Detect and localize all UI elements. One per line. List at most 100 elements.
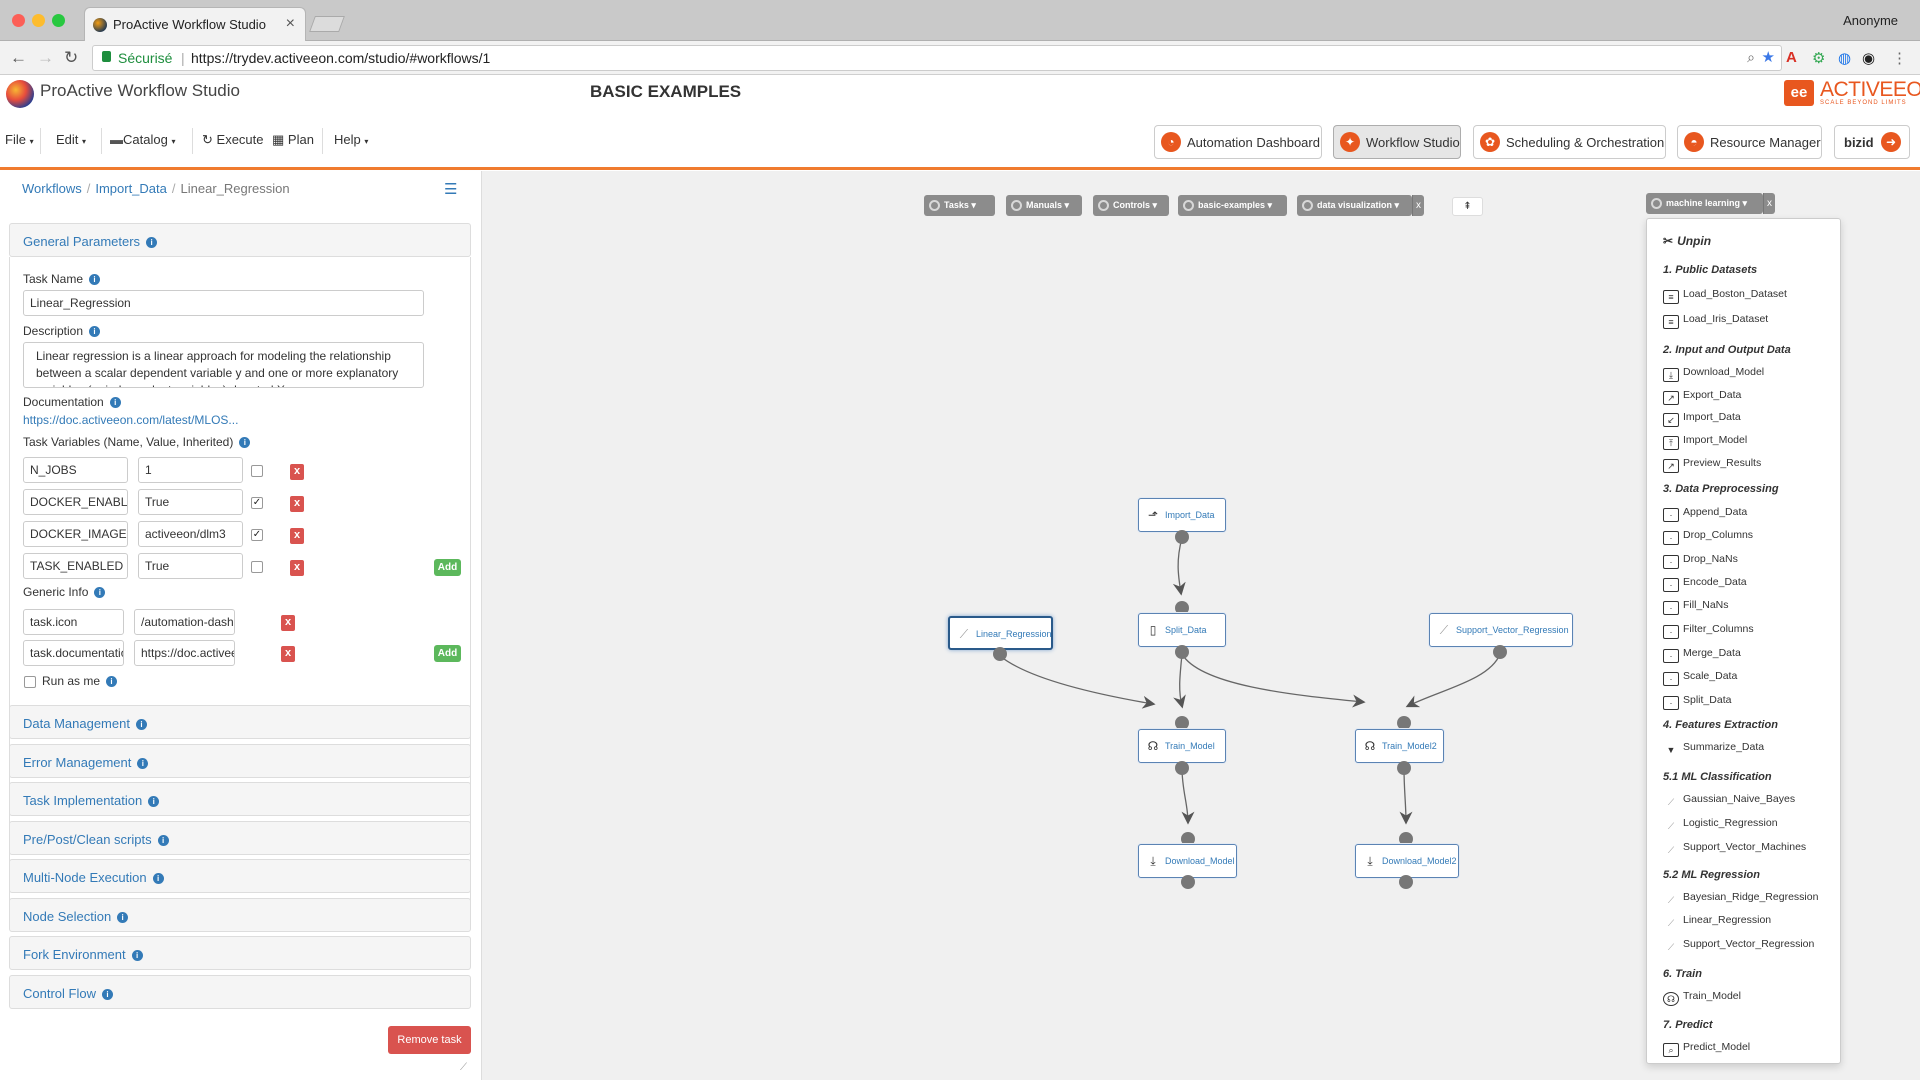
palette-item[interactable]: ≡ Load_Boston_Dataset (1663, 288, 1787, 304)
connection-train2-download2 (1399, 767, 1413, 825)
download-icon: ⤓ (1367, 854, 1373, 868)
palette-item[interactable]: · Encode_Data (1663, 576, 1747, 592)
palette-item[interactable]: · Filter_Columns (1663, 623, 1754, 639)
brain-icon: ☊ (1147, 739, 1159, 753)
document-icon: · (1663, 696, 1679, 710)
document-icon: · (1663, 508, 1679, 522)
document-icon: · (1663, 601, 1679, 615)
document-icon: · (1663, 555, 1679, 569)
task-split-data[interactable]: ▯ Split_Data (1138, 613, 1226, 647)
connection-svr-train2 (1405, 653, 1501, 708)
palette-item[interactable]: ⟋ Support_Vector_Machines (1663, 841, 1806, 858)
chart-icon: ⟋ (1667, 942, 1675, 952)
palette-item[interactable]: · Append_Data (1663, 506, 1747, 522)
chart-icon: ⟋ (1667, 821, 1675, 831)
task-output-endpoint[interactable] (1175, 761, 1189, 775)
task-label: Split_Data (1165, 625, 1207, 635)
export-icon: ↗ (1663, 459, 1679, 473)
chart-icon: ⟋ (1667, 918, 1675, 928)
palette-item[interactable]: ⟋ Logistic_Regression (1663, 817, 1778, 834)
download-icon: ⤓ (1150, 854, 1156, 868)
database-icon: ≡ (1663, 290, 1679, 304)
palette-item[interactable]: ⟋ Linear_Regression (1663, 914, 1771, 931)
group-header: 7. Predict (1663, 1019, 1713, 1031)
brain-icon: ☊ (1663, 992, 1679, 1006)
palette-item[interactable]: ↗ Preview_Results (1663, 457, 1761, 473)
document-icon: · (1663, 531, 1679, 545)
group-header: 5.1 ML Classification (1663, 771, 1772, 783)
palette-item[interactable]: ⟋ Gaussian_Naive_Bayes (1663, 793, 1795, 810)
task-connections (999, 537, 1501, 825)
group-header: 1. Public Datasets (1663, 264, 1758, 276)
palette-item[interactable]: ☊ Train_Model (1663, 990, 1741, 1006)
palette-item[interactable]: ⤓ Download_Model (1663, 366, 1764, 382)
task-label: Train_Model2 (1382, 741, 1437, 751)
chart-icon: ⟋ (1439, 623, 1449, 637)
group-header: 6. Train (1663, 968, 1702, 980)
chart-icon: ⟋ (959, 627, 969, 641)
palette-item[interactable]: ⟋ Support_Vector_Regression (1663, 938, 1815, 955)
task-import-data[interactable]: ⬏ Import_Data (1138, 498, 1226, 532)
task-train-model2[interactable]: ☊ Train_Model2 (1355, 729, 1444, 763)
task-label: Download_Model (1165, 856, 1235, 866)
palette-item[interactable]: · Merge_Data (1663, 647, 1741, 663)
task-output-endpoint[interactable] (1175, 645, 1189, 659)
task-train-model[interactable]: ☊ Train_Model (1138, 729, 1226, 763)
palette-item[interactable]: · Drop_Columns (1663, 529, 1753, 545)
task-input-endpoint[interactable] (1175, 716, 1189, 730)
palette-item[interactable]: · Fill_NaNs (1663, 599, 1729, 615)
task-output-endpoint[interactable] (993, 647, 1007, 661)
chart-icon: ⟋ (1667, 845, 1675, 855)
export-icon: ↗ (1663, 391, 1679, 405)
task-label: Linear_Regression (976, 629, 1052, 639)
task-download-model[interactable]: ⤓ Download_Model (1138, 844, 1237, 878)
machine-learning-dropdown: ✂ Unpin 1. Public Datasets ≡ Load_Boston_D… (1646, 218, 1841, 1064)
connection-import-split (1172, 537, 1186, 596)
download-icon: ⤓ (1663, 368, 1679, 382)
task-output-endpoint[interactable] (1397, 761, 1411, 775)
unpin-icon: ✂ (1663, 234, 1674, 248)
task-output-endpoint[interactable] (1175, 530, 1189, 544)
database-icon: ≡ (1663, 315, 1679, 329)
document-icon: · (1663, 672, 1679, 686)
upload-icon: ⤒ (1663, 436, 1679, 450)
group-header: 3. Data Preprocessing (1663, 483, 1779, 495)
connection-linear-train (999, 655, 1156, 709)
palette-item[interactable]: · Scale_Data (1663, 670, 1737, 686)
palette-item[interactable]: ⌕ Predict_Model (1663, 1041, 1750, 1057)
palette-item[interactable]: ▼ Summarize_Data (1663, 741, 1765, 758)
palette-item[interactable]: · Split_Data (1663, 694, 1731, 710)
connection-split-train (1173, 653, 1186, 709)
task-output-endpoint[interactable] (1181, 875, 1195, 889)
document-icon: · (1663, 578, 1679, 592)
task-label: Download_Model2 (1382, 856, 1457, 866)
import-icon: ⬏ (1147, 508, 1159, 522)
palette-item[interactable]: · Drop_NaNs (1663, 553, 1738, 569)
palette-item[interactable]: ↗ Export_Data (1663, 389, 1741, 405)
group-header: 2. Input and Output Data (1663, 344, 1791, 356)
task-support-vector-regression[interactable]: ⟋ Support_Vector_Regression (1429, 613, 1573, 647)
predict-icon: ⌕ (1663, 1043, 1679, 1057)
brain-icon: ☊ (1364, 739, 1376, 753)
task-output-endpoint[interactable] (1399, 875, 1413, 889)
group-header: 4. Features Extraction (1663, 719, 1778, 731)
task-label: Import_Data (1165, 510, 1215, 520)
palette-item[interactable]: ≡ Load_Iris_Dataset (1663, 313, 1768, 329)
document-icon: ▯ (1149, 623, 1157, 637)
connection-train-download (1181, 767, 1195, 825)
palette-item[interactable]: ⟋ Bayesian_Ridge_Regression (1663, 891, 1819, 908)
chart-icon: ⟋ (1667, 895, 1675, 905)
palette-item[interactable]: ↙ Import_Data (1663, 411, 1741, 427)
palette-item[interactable]: ⤒ Import_Model (1663, 434, 1747, 450)
task-download-model2[interactable]: ⤓ Download_Model2 (1355, 844, 1459, 878)
task-input-endpoint[interactable] (1397, 716, 1411, 730)
document-icon: · (1663, 649, 1679, 663)
filter-icon: ▼ (1666, 745, 1676, 755)
unpin-item[interactable]: ✂ Unpin (1663, 234, 1711, 248)
task-linear-regression[interactable]: ⟋ Linear_Regression (948, 616, 1053, 650)
group-header: 5.2 ML Regression (1663, 869, 1760, 881)
connection-split-train2 (1181, 653, 1366, 708)
task-output-endpoint[interactable] (1493, 645, 1507, 659)
document-icon: · (1663, 625, 1679, 639)
task-label: Support_Vector_Regression (1456, 625, 1569, 635)
